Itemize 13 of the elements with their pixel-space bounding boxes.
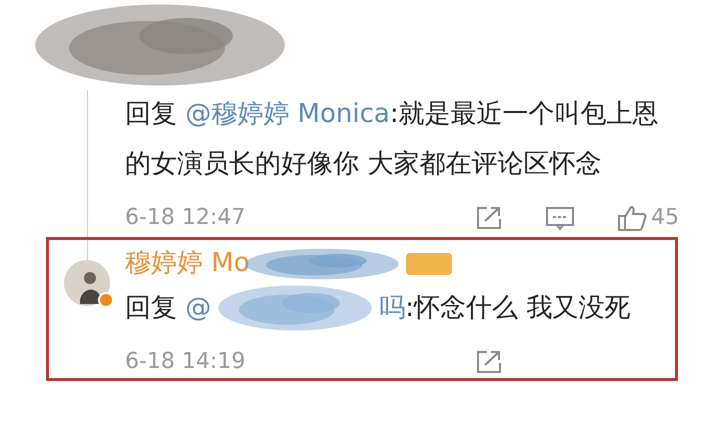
like-count: 45: [651, 204, 679, 232]
reply-prefix: 回复 @: [125, 292, 212, 325]
timestamp: 6-18 14:19: [125, 348, 246, 376]
member-badge: [406, 252, 452, 274]
timestamp: 6-18 12:47: [125, 204, 246, 232]
share-icon[interactable]: [475, 348, 503, 374]
thumbs-up-icon[interactable]: [617, 204, 647, 232]
reply-text: 吗:怀念什么 我又没死: [379, 292, 630, 325]
avatar[interactable]: [64, 260, 110, 306]
comment-icon[interactable]: [545, 204, 575, 230]
share-icon[interactable]: [475, 204, 503, 230]
user-name[interactable]: 穆婷婷 Mo: [125, 244, 250, 283]
reply-text: 回复 @穆婷婷 Monica:就是最近一个叫包上恩的女演员长的好像你 大家都在评论区怀念: [125, 98, 660, 181]
